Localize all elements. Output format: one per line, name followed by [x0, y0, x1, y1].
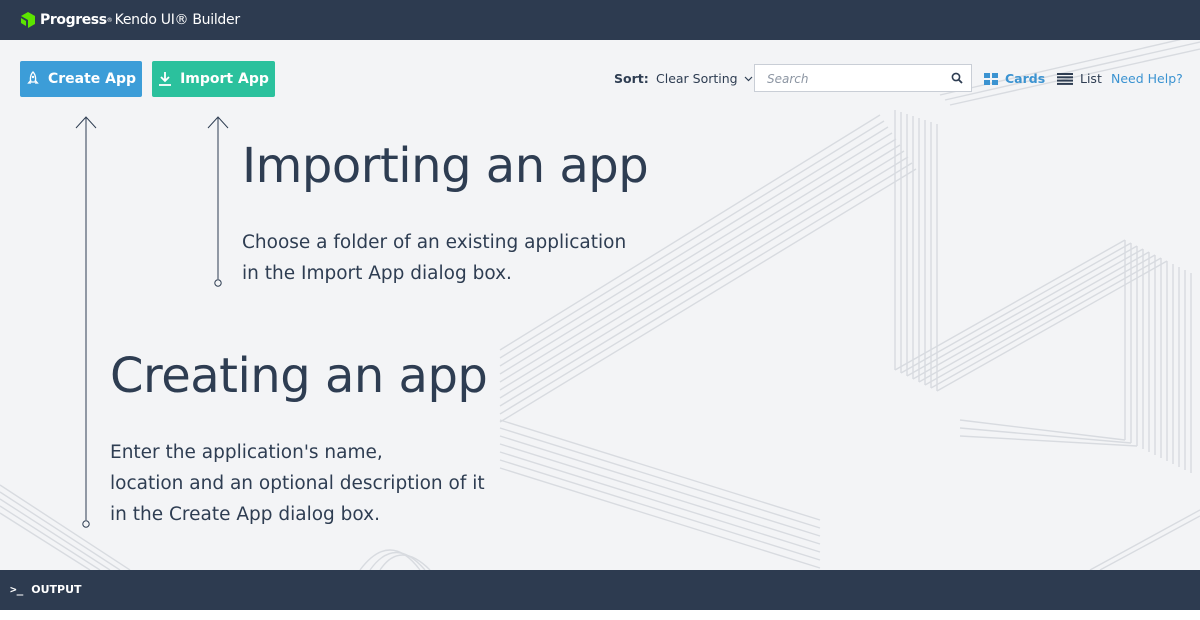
output-panel-toggle[interactable]: >_ OUTPUT	[10, 583, 82, 596]
import-heading: Importing an app	[242, 138, 649, 194]
create-description-line: location and an optional description of …	[110, 473, 485, 494]
search-box	[754, 64, 972, 92]
search-icon[interactable]	[951, 72, 963, 84]
list-view-toggle[interactable]: List	[1057, 71, 1102, 86]
terminal-icon: >_	[10, 583, 24, 596]
chevron-down-icon	[744, 76, 753, 81]
cards-view-toggle[interactable]: Cards	[984, 71, 1045, 86]
grid-icon	[984, 72, 998, 85]
brand-logo: Progress ® Kendo UI® Builder	[19, 10, 240, 30]
create-heading: Creating an app	[110, 348, 488, 404]
brand-name: Progress	[40, 12, 107, 28]
import-description: Choose a folder of an existing applicati…	[242, 227, 626, 289]
top-bar: Progress ® Kendo UI® Builder	[0, 0, 1200, 40]
list-view-label: List	[1080, 71, 1102, 86]
view-toolbar: Sort: Clear Sorting Cards	[0, 63, 1200, 95]
import-description-line: Choose a folder of an existing applicati…	[242, 232, 627, 253]
create-description-line: Enter the application's name,	[110, 442, 383, 463]
output-label: OUTPUT	[31, 583, 82, 596]
sort-dropdown[interactable]: Clear Sorting	[656, 71, 753, 86]
create-description-line: in the Create App dialog box.	[110, 504, 380, 525]
need-help-link[interactable]: Need Help?	[1111, 71, 1183, 86]
brand-registered-mark: ®	[106, 16, 113, 24]
search-input[interactable]	[765, 70, 949, 88]
progress-logo-icon	[21, 12, 35, 28]
sort-value: Clear Sorting	[656, 71, 738, 86]
main-content: Create App Import App Sort: Clear Sortin…	[0, 40, 1200, 570]
import-description-line: in the Import App dialog box.	[242, 263, 512, 284]
output-panel-bar: >_ OUTPUT	[0, 570, 1200, 610]
sort-label: Sort:	[614, 71, 649, 86]
window-bottom-edge	[0, 610, 1200, 620]
cards-view-label: Cards	[1005, 71, 1046, 86]
list-icon	[1057, 72, 1073, 85]
product-name: Kendo UI® Builder	[114, 12, 240, 28]
create-description: Enter the application's name, location a…	[110, 437, 485, 530]
